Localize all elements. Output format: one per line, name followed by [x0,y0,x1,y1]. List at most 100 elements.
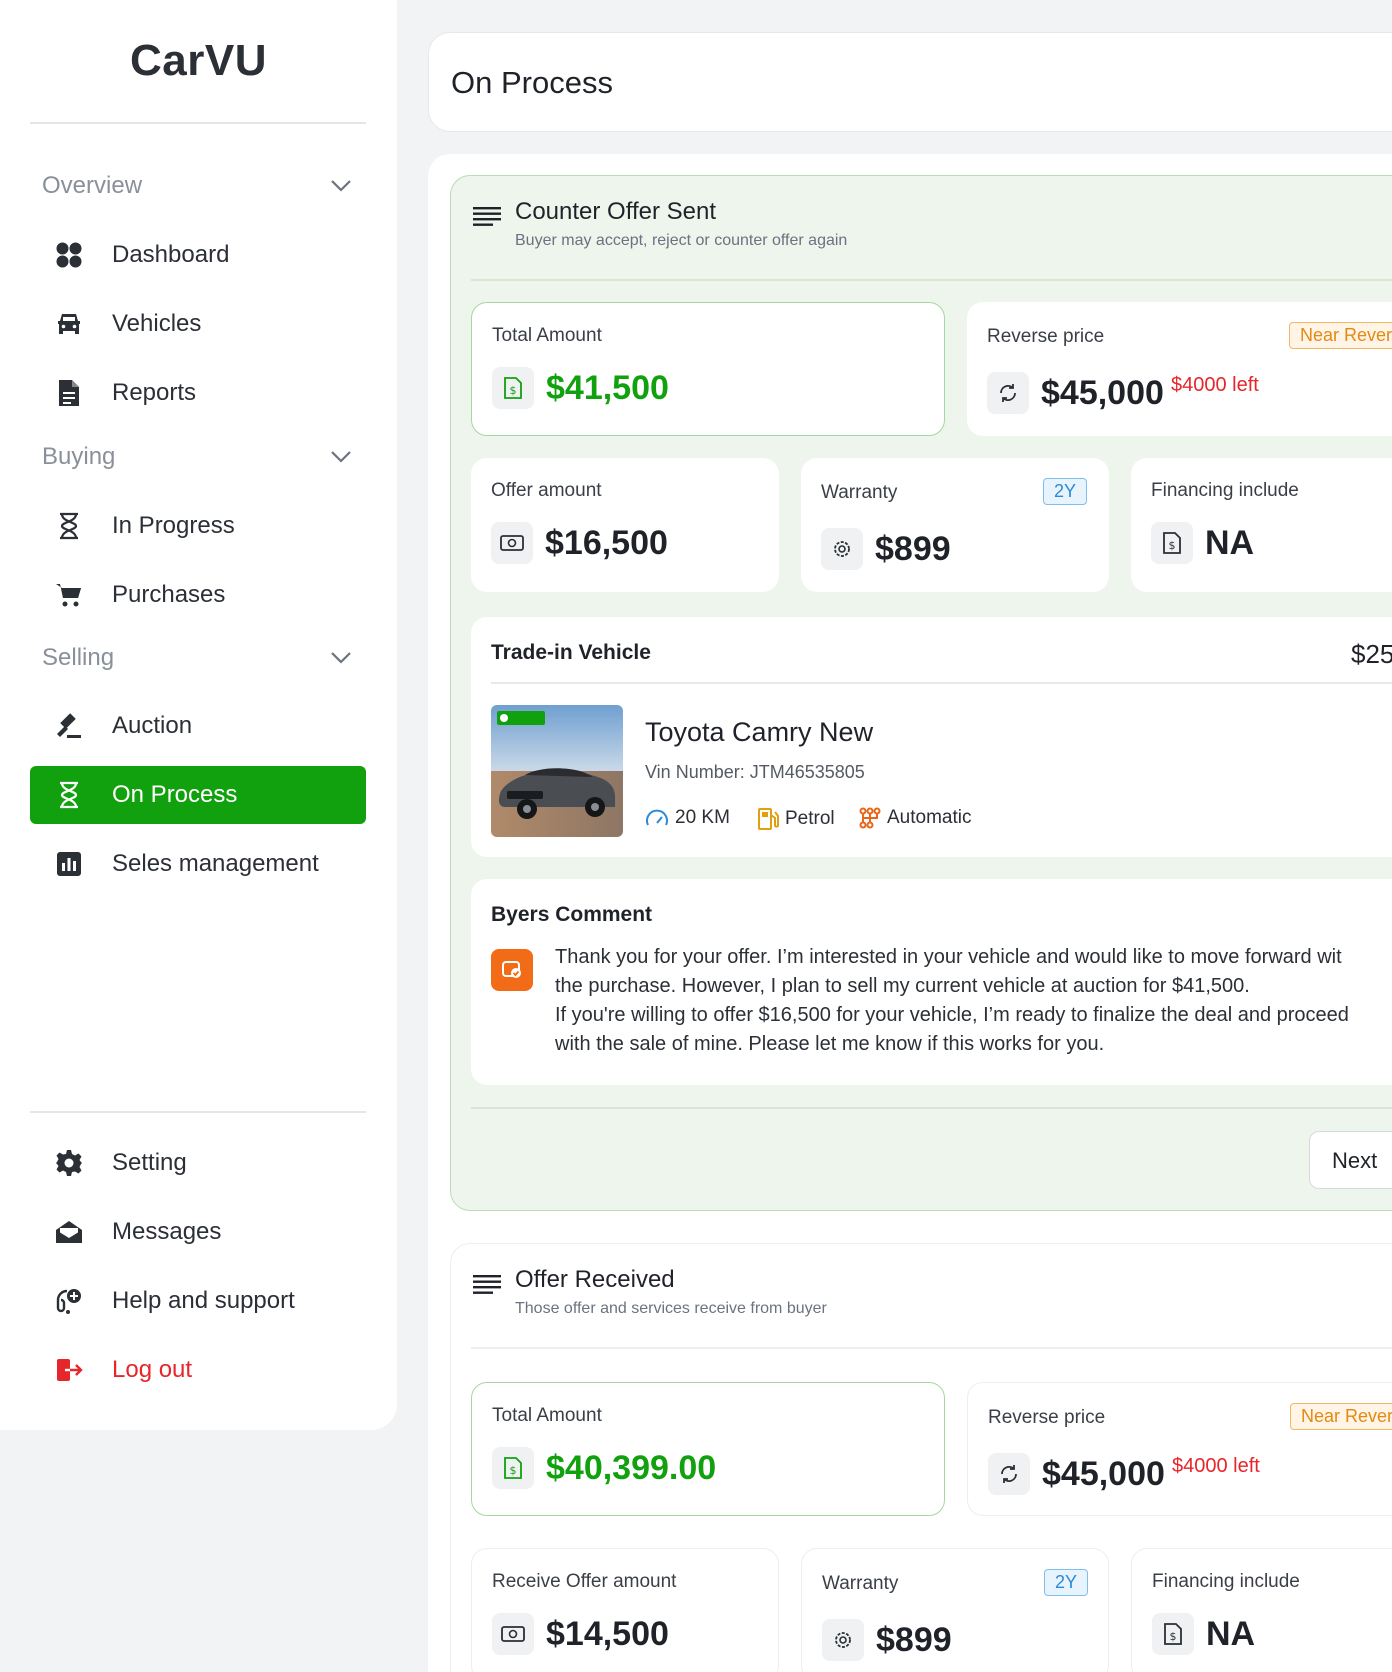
sidebar-item-in-progress[interactable]: In Progress [30,497,366,555]
sidebar-item-label: Auction [112,712,193,739]
financing-value: NA [1205,524,1255,562]
chevron-down-icon [331,180,351,192]
fuel-value: Petrol [785,808,835,829]
vin-number: Vin Number: JTM46535805 [645,762,865,782]
warranty-label: Warranty [822,1573,899,1594]
money-document-icon: $ [492,1447,534,1489]
offer-amount-label: Receive Offer amount [492,1571,677,1592]
remaining-amount: $4000 left [1172,1455,1260,1477]
fuel-pump-icon [758,808,779,830]
near-reverse-badge: Near Revers [1290,1403,1392,1430]
reverse-price-value: $45,000 [1042,1455,1165,1493]
sidebar-item-label: In Progress [112,512,235,539]
sidebar-item-label: Purchases [112,581,226,608]
mileage-value: 20 KM [675,807,730,828]
app-logo[interactable]: CarVU [0,36,397,86]
chevron-down-icon [331,652,351,664]
transmission-value: Automatic [887,807,972,828]
card-subtitle: Those offer and services receive from bu… [515,1300,827,1317]
sidebar-item-label: Help and support [112,1287,295,1314]
sidebar-item-purchases[interactable]: Purchases [30,566,366,624]
reverse-price-box: Reverse price Near Revers $45,000 $4000 … [967,1382,1392,1516]
comment-text: Thank you for your offer. I’m interested… [555,943,1392,1059]
sidebar-item-reports[interactable]: Reports [30,364,366,422]
divider [491,682,1392,684]
sidebar-divider [30,122,366,124]
money-document-icon: $ [492,367,534,409]
gear-shield-icon [821,528,863,570]
section-buying[interactable]: Buying [42,443,352,471]
mail-open-icon [54,1217,84,1247]
sidebar-item-label: On Process [112,781,238,808]
card-subtitle: Buyer may accept, reject or counter offe… [515,232,848,249]
card-title: Counter Offer Sent [515,198,716,225]
cash-icon [491,522,533,564]
sidebar-item-auction[interactable]: Auction [30,697,366,755]
offer-amount-value: $14,500 [546,1615,669,1653]
refresh-icon [987,372,1029,414]
gear-shield-icon [822,1619,864,1661]
hourglass-icon [54,780,84,810]
financing-box: Financing include $ NA [1131,1548,1392,1672]
sidebar-item-logout[interactable]: Log out [30,1341,366,1399]
sidebar-item-help-support[interactable]: Help and support [30,1272,366,1330]
sidebar-item-dashboard[interactable]: Dashboard [30,226,366,284]
sidebar-item-vehicles[interactable]: Vehicles [30,295,366,353]
sidebar-item-setting[interactable]: Setting [30,1134,366,1192]
verified-chat-icon [491,949,533,991]
sidebar-item-messages[interactable]: Messages [30,1203,366,1261]
trade-in-title: Trade-in Vehicle [491,641,651,664]
svg-text:$: $ [1170,1630,1177,1643]
next-button[interactable]: Next [1309,1131,1392,1189]
section-label: Overview [42,172,143,199]
financing-box: Financing include $ NA [1131,458,1392,592]
reverse-price-label: Reverse price [988,1407,1106,1428]
sidebar-item-label: Vehicles [112,310,202,337]
divider [471,279,1392,281]
sidebar-item-on-process[interactable]: On Process [30,766,366,824]
trade-in-vehicle-card: Trade-in Vehicle $25,00 Toyota Camry New… [471,617,1392,857]
transmission-spec: Automatic [859,807,971,829]
financing-value: NA [1206,1615,1256,1653]
sidebar-item-label: Setting [112,1149,187,1176]
total-amount-value: $40,399.00 [546,1449,717,1487]
comment-line: Thank you for your offer. I’m interested… [555,946,1342,968]
total-amount-label: Total Amount [492,325,602,346]
menu-lines-icon [473,207,501,226]
cash-icon [492,1613,534,1655]
comment-line: If you're willing to offer $16,500 for y… [555,1004,1349,1026]
sidebar-item-label: Seles management [112,850,319,877]
svg-text:$: $ [510,1464,517,1477]
section-overview[interactable]: Overview [42,172,352,200]
total-amount-box: Total Amount $ $40,399.00 [471,1382,945,1516]
page-header: On Process [428,32,1392,132]
bar-chart-icon [54,849,84,879]
sidebar-item-label: Messages [112,1218,222,1245]
warranty-value: $899 [875,530,951,568]
cart-icon [54,580,84,610]
speedometer-icon [646,809,668,826]
money-document-icon: $ [1152,1613,1194,1655]
offer-amount-value: $16,500 [545,524,668,562]
sidebar-item-label: Dashboard [112,241,230,268]
remaining-amount: $4000 left [1171,374,1259,396]
section-selling[interactable]: Selling [42,644,352,672]
near-reverse-badge: Near Revers [1289,322,1392,349]
offer-amount-box: Receive Offer amount $14,500 [471,1548,779,1672]
vehicle-thumbnail[interactable] [491,705,623,837]
car-icon [54,309,84,339]
warranty-box: Warranty 2Y $899 [801,458,1109,592]
dashboard-icon [54,240,84,270]
card-title: Offer Received [515,1266,675,1293]
offer-amount-label: Offer amount [491,480,602,501]
refresh-icon [988,1453,1030,1495]
svg-text:$: $ [1169,539,1176,552]
mileage-spec: 20 KM [645,807,730,829]
comment-line: the purchase. However, I plan to sell my… [555,975,1250,997]
warranty-value: $899 [876,1621,952,1659]
sidebar-item-sales-management[interactable]: Seles management [30,835,366,893]
warranty-years-badge: 2Y [1043,478,1088,505]
warranty-box: Warranty 2Y $899 [801,1548,1109,1672]
total-amount-label: Total Amount [492,1405,602,1426]
sidebar-item-label: Log out [112,1356,193,1383]
